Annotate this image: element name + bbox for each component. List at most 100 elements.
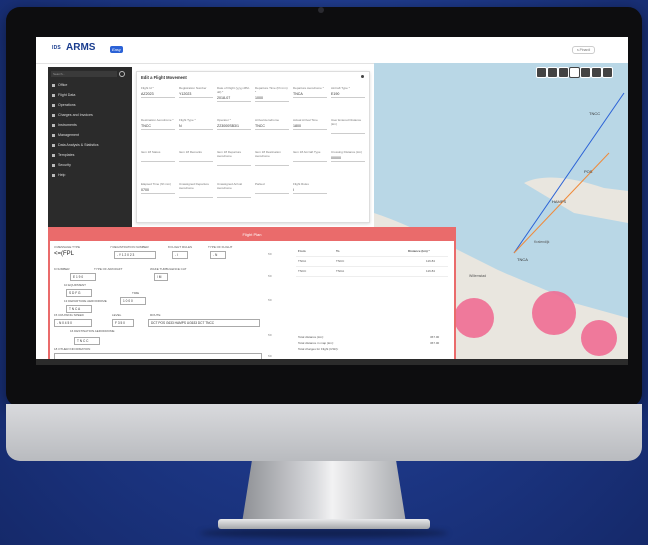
sidebar-item-management[interactable]: Management xyxy=(52,131,130,139)
field-input[interactable]: TNCC xyxy=(255,123,289,130)
form-field[interactable]: Unassigned Departure Aerodrome xyxy=(179,182,213,198)
form-field[interactable]: Operator * Z23000SB3/1 xyxy=(217,118,251,130)
sidebar-item-office[interactable]: Office xyxy=(52,81,130,89)
sidebar-item-instruments[interactable]: Instruments xyxy=(52,121,130,129)
field-input[interactable] xyxy=(179,191,213,198)
app-tag: Easy xyxy=(110,46,123,53)
field-input[interactable]: 00000 xyxy=(331,155,365,162)
zoom-in-icon[interactable] xyxy=(536,67,547,78)
field-label: Item 18 Destination Aerodrome xyxy=(255,150,281,158)
form-field[interactable]: Actual Arrival Time 1800 xyxy=(293,118,327,130)
field-input[interactable] xyxy=(217,159,251,166)
fullscreen-icon[interactable] xyxy=(602,67,613,78)
form-field[interactable]: Flight Rules I xyxy=(293,182,327,194)
form-field[interactable]: Departure Time (hh:mm) * 1000 xyxy=(255,86,289,102)
field-input[interactable]: 2018-07 xyxy=(217,95,251,102)
sidebar-item-flight-data[interactable]: Flight Data xyxy=(52,91,130,99)
aircraft-id-input[interactable]: - Y 1 2 0 2 3 xyxy=(114,251,156,259)
departure-aerodrome-input[interactable]: T N C A xyxy=(66,305,92,313)
number-input[interactable]: E 1 9 0 xyxy=(70,273,96,281)
close-icon[interactable] xyxy=(361,75,364,78)
field-input[interactable]: TNCC xyxy=(141,123,175,130)
equipment-input[interactable]: S D F G xyxy=(66,289,92,297)
field-label: Registration Number xyxy=(179,86,207,90)
restricted-zone[interactable] xyxy=(532,291,576,335)
field-input[interactable]: TNCA xyxy=(293,91,327,98)
field-input[interactable]: 1000 xyxy=(255,95,289,102)
table-row[interactable]: TNCC TNCA 116.84 xyxy=(296,267,448,277)
sidebar-item-help[interactable]: Help xyxy=(52,171,130,179)
sidebar-item-operations[interactable]: Operations xyxy=(52,101,130,109)
field-input[interactable] xyxy=(217,191,251,198)
form-field[interactable]: Elapsed Time (hh:mm) 0700 xyxy=(141,182,175,194)
form-field[interactable]: Item 18 Destination Aerodrome xyxy=(255,150,289,166)
field-input[interactable] xyxy=(255,159,289,166)
field-input[interactable]: AZ2023 xyxy=(141,91,175,98)
route-label: ROUTE xyxy=(150,313,161,317)
sidebar-item-label: Operations xyxy=(58,103,76,107)
office-icon xyxy=(52,83,55,87)
flight-rules-input[interactable]: - I xyxy=(172,251,188,259)
sidebar-item-charges[interactable]: Charges and Invoices xyxy=(52,111,130,119)
field-input[interactable]: N xyxy=(179,123,213,130)
form-field[interactable]: Unassigned Arrival Aerodrome xyxy=(217,182,251,198)
form-field[interactable]: Destination Aerodrome * TNCC xyxy=(141,118,175,130)
form-field[interactable]: Item 18 Departure Aerodrome xyxy=(217,150,251,166)
layers-icon[interactable] xyxy=(558,67,569,78)
app-header: IDS ARMS Easy s.Pinardi xyxy=(36,37,628,64)
summary-label: Total charges for Flight (USD): xyxy=(298,347,339,351)
table-row[interactable]: TNCA TNCC 116.84 xyxy=(296,257,448,267)
user-menu-button[interactable]: s.Pinardi xyxy=(572,46,596,54)
form-field[interactable]: User Entered Distance (km) xyxy=(331,118,365,134)
form-field[interactable]: Date of Flight (yyyy-MM-dd) * 2018-07 xyxy=(217,86,251,102)
locate-icon[interactable] xyxy=(569,67,580,78)
sidebar-search-input[interactable]: Search... xyxy=(51,71,117,77)
form-field[interactable]: Flight Type * N xyxy=(179,118,213,130)
measure-icon[interactable] xyxy=(580,67,591,78)
charges-icon xyxy=(52,113,55,117)
map-label: Kralendijk xyxy=(534,240,550,244)
field-input[interactable] xyxy=(331,127,365,134)
form-field[interactable]: Parked xyxy=(255,182,289,194)
form-field[interactable]: Item 18 Remarks xyxy=(179,150,213,162)
form-field[interactable]: Arrival Aerodrome TNCC xyxy=(255,118,289,130)
field-input[interactable]: 0700 xyxy=(141,187,175,194)
zoom-out-icon[interactable] xyxy=(547,67,558,78)
draw-icon[interactable] xyxy=(591,67,602,78)
time-label: TIME xyxy=(132,291,140,295)
search-icon[interactable] xyxy=(119,71,125,77)
form-field[interactable]: Aircraft Type * E190 xyxy=(331,86,365,98)
form-field[interactable]: Item 18 Status xyxy=(141,150,175,162)
end-arrow: <= xyxy=(268,298,272,302)
form-field[interactable]: Registration Number Y12023 xyxy=(179,86,213,98)
field-input[interactable]: E190 xyxy=(331,91,365,98)
route-input[interactable]: DCT POS G633 HAMPS UG633 DCT TNCC xyxy=(148,319,260,327)
field-input[interactable]: Y12023 xyxy=(179,91,213,98)
sidebar-item-data-analysis[interactable]: Data Analysis & Statistics xyxy=(52,141,130,149)
field-input[interactable] xyxy=(179,155,213,162)
form-field[interactable]: Departure Aerodrome * TNCA xyxy=(293,86,327,98)
form-field[interactable]: Item 18 Aircraft Type xyxy=(293,150,327,162)
imac-chin xyxy=(6,404,642,461)
field-input[interactable] xyxy=(293,155,327,162)
field-input[interactable]: Z23000SB3/1 xyxy=(217,123,251,130)
field-input[interactable] xyxy=(141,155,175,162)
wake-turbulence-input[interactable]: / M xyxy=(154,273,168,281)
sidebar-item-templates[interactable]: Templates xyxy=(52,151,130,159)
aircraft-id-label: 7 REGISTRATION NUMBER xyxy=(110,245,149,249)
field-label: Destination Aerodrome * xyxy=(141,118,174,122)
field-input[interactable]: I xyxy=(293,187,327,194)
restricted-zone[interactable] xyxy=(581,320,617,356)
field-input[interactable] xyxy=(255,187,289,194)
sidebar-item-security[interactable]: Security xyxy=(52,161,130,169)
restricted-zone[interactable] xyxy=(454,298,494,338)
cruising-speed-input[interactable]: - N 0 4 5 0 xyxy=(54,319,92,327)
destination-aerodrome-label: 16 DESTINATION AERODROME xyxy=(70,329,115,333)
form-field[interactable]: Flight Id * AZ2023 xyxy=(141,86,175,98)
time-input[interactable]: 1 0 0 0 xyxy=(120,297,146,305)
form-field[interactable]: Crossing Distance (km) 00000 xyxy=(331,150,365,162)
level-input[interactable]: F 3 5 0 xyxy=(112,319,134,327)
type-of-flight-input[interactable]: - N xyxy=(210,251,226,259)
field-input[interactable]: 1800 xyxy=(293,123,327,130)
destination-aerodrome-input[interactable]: T N C C xyxy=(74,337,100,345)
